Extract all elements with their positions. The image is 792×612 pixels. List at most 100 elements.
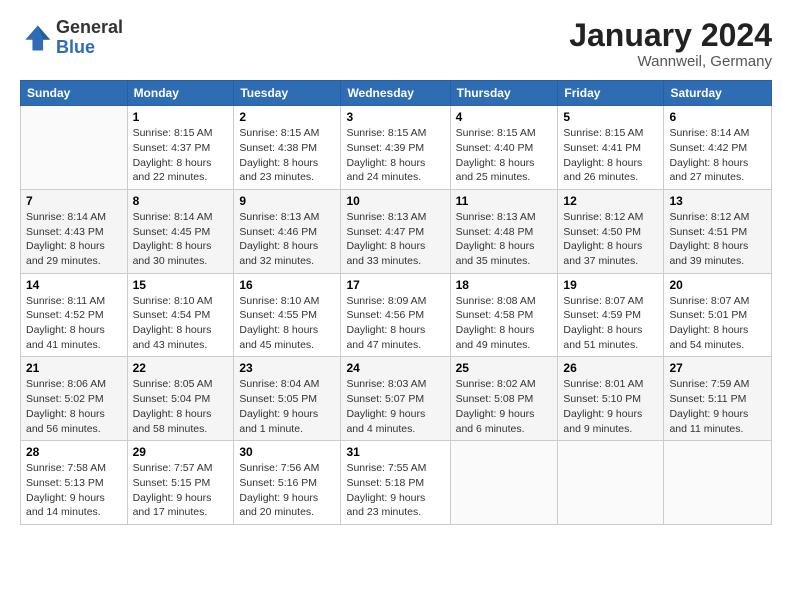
day-info: Sunrise: 8:14 AMSunset: 4:42 PMDaylight:… bbox=[669, 127, 749, 183]
col-monday: Monday bbox=[127, 81, 234, 106]
day-info: Sunrise: 8:06 AMSunset: 5:02 PMDaylight:… bbox=[26, 378, 106, 434]
day-info: Sunrise: 7:59 AMSunset: 5:11 PMDaylight:… bbox=[669, 378, 749, 434]
day-cell: 29 Sunrise: 7:57 AMSunset: 5:15 PMDaylig… bbox=[127, 441, 234, 525]
week-row-5: 28 Sunrise: 7:58 AMSunset: 5:13 PMDaylig… bbox=[21, 441, 772, 525]
day-info: Sunrise: 8:15 AMSunset: 4:40 PMDaylight:… bbox=[456, 127, 536, 183]
day-number: 9 bbox=[239, 194, 335, 208]
day-number: 17 bbox=[346, 278, 444, 292]
header: General Blue January 2024 Wannweil, Germ… bbox=[20, 18, 772, 70]
day-cell: 26 Sunrise: 8:01 AMSunset: 5:10 PMDaylig… bbox=[558, 357, 664, 441]
day-number: 12 bbox=[563, 194, 658, 208]
day-number: 6 bbox=[669, 110, 766, 124]
col-tuesday: Tuesday bbox=[234, 81, 341, 106]
day-cell: 21 Sunrise: 8:06 AMSunset: 5:02 PMDaylig… bbox=[21, 357, 128, 441]
week-row-2: 7 Sunrise: 8:14 AMSunset: 4:43 PMDayligh… bbox=[21, 189, 772, 273]
day-number: 27 bbox=[669, 361, 766, 375]
day-number: 1 bbox=[133, 110, 229, 124]
day-info: Sunrise: 7:56 AMSunset: 5:16 PMDaylight:… bbox=[239, 462, 319, 518]
day-cell: 13 Sunrise: 8:12 AMSunset: 4:51 PMDaylig… bbox=[664, 189, 772, 273]
day-number: 3 bbox=[346, 110, 444, 124]
day-number: 20 bbox=[669, 278, 766, 292]
day-info: Sunrise: 8:02 AMSunset: 5:08 PMDaylight:… bbox=[456, 378, 536, 434]
day-number: 8 bbox=[133, 194, 229, 208]
logo-text: General Blue bbox=[56, 18, 123, 58]
day-number: 19 bbox=[563, 278, 658, 292]
day-info: Sunrise: 8:15 AMSunset: 4:39 PMDaylight:… bbox=[346, 127, 426, 183]
day-number: 31 bbox=[346, 445, 444, 459]
day-info: Sunrise: 8:09 AMSunset: 4:56 PMDaylight:… bbox=[346, 295, 426, 351]
day-number: 22 bbox=[133, 361, 229, 375]
logo-icon bbox=[20, 22, 52, 54]
col-saturday: Saturday bbox=[664, 81, 772, 106]
day-info: Sunrise: 8:04 AMSunset: 5:05 PMDaylight:… bbox=[239, 378, 319, 434]
day-number: 24 bbox=[346, 361, 444, 375]
day-number: 13 bbox=[669, 194, 766, 208]
day-cell: 18 Sunrise: 8:08 AMSunset: 4:58 PMDaylig… bbox=[450, 273, 558, 357]
day-cell: 6 Sunrise: 8:14 AMSunset: 4:42 PMDayligh… bbox=[664, 106, 772, 190]
day-cell: 24 Sunrise: 8:03 AMSunset: 5:07 PMDaylig… bbox=[341, 357, 450, 441]
page: General Blue January 2024 Wannweil, Germ… bbox=[0, 0, 792, 612]
day-cell: 9 Sunrise: 8:13 AMSunset: 4:46 PMDayligh… bbox=[234, 189, 341, 273]
day-cell: 7 Sunrise: 8:14 AMSunset: 4:43 PMDayligh… bbox=[21, 189, 128, 273]
day-number: 10 bbox=[346, 194, 444, 208]
week-row-3: 14 Sunrise: 8:11 AMSunset: 4:52 PMDaylig… bbox=[21, 273, 772, 357]
location: Wannweil, Germany bbox=[569, 53, 772, 70]
logo: General Blue bbox=[20, 18, 123, 58]
day-cell: 17 Sunrise: 8:09 AMSunset: 4:56 PMDaylig… bbox=[341, 273, 450, 357]
day-info: Sunrise: 7:58 AMSunset: 5:13 PMDaylight:… bbox=[26, 462, 106, 518]
logo-general-text: General bbox=[56, 18, 123, 38]
day-number: 30 bbox=[239, 445, 335, 459]
day-cell: 12 Sunrise: 8:12 AMSunset: 4:50 PMDaylig… bbox=[558, 189, 664, 273]
day-info: Sunrise: 8:03 AMSunset: 5:07 PMDaylight:… bbox=[346, 378, 426, 434]
day-number: 23 bbox=[239, 361, 335, 375]
day-number: 5 bbox=[563, 110, 658, 124]
day-info: Sunrise: 8:12 AMSunset: 4:50 PMDaylight:… bbox=[563, 211, 643, 267]
day-info: Sunrise: 8:07 AMSunset: 4:59 PMDaylight:… bbox=[563, 295, 643, 351]
day-number: 14 bbox=[26, 278, 122, 292]
day-info: Sunrise: 8:10 AMSunset: 4:54 PMDaylight:… bbox=[133, 295, 213, 351]
day-info: Sunrise: 8:10 AMSunset: 4:55 PMDaylight:… bbox=[239, 295, 319, 351]
day-info: Sunrise: 8:14 AMSunset: 4:43 PMDaylight:… bbox=[26, 211, 106, 267]
week-row-4: 21 Sunrise: 8:06 AMSunset: 5:02 PMDaylig… bbox=[21, 357, 772, 441]
day-number: 26 bbox=[563, 361, 658, 375]
day-info: Sunrise: 8:11 AMSunset: 4:52 PMDaylight:… bbox=[26, 295, 105, 351]
day-info: Sunrise: 8:13 AMSunset: 4:47 PMDaylight:… bbox=[346, 211, 426, 267]
day-cell: 10 Sunrise: 8:13 AMSunset: 4:47 PMDaylig… bbox=[341, 189, 450, 273]
day-cell: 25 Sunrise: 8:02 AMSunset: 5:08 PMDaylig… bbox=[450, 357, 558, 441]
calendar-header: Sunday Monday Tuesday Wednesday Thursday… bbox=[21, 81, 772, 106]
day-cell: 1 Sunrise: 8:15 AMSunset: 4:37 PMDayligh… bbox=[127, 106, 234, 190]
day-cell: 22 Sunrise: 8:05 AMSunset: 5:04 PMDaylig… bbox=[127, 357, 234, 441]
day-number: 11 bbox=[456, 194, 553, 208]
day-info: Sunrise: 7:55 AMSunset: 5:18 PMDaylight:… bbox=[346, 462, 426, 518]
day-cell: 14 Sunrise: 8:11 AMSunset: 4:52 PMDaylig… bbox=[21, 273, 128, 357]
day-cell: 16 Sunrise: 8:10 AMSunset: 4:55 PMDaylig… bbox=[234, 273, 341, 357]
day-number: 28 bbox=[26, 445, 122, 459]
day-number: 18 bbox=[456, 278, 553, 292]
day-cell: 3 Sunrise: 8:15 AMSunset: 4:39 PMDayligh… bbox=[341, 106, 450, 190]
day-info: Sunrise: 8:05 AMSunset: 5:04 PMDaylight:… bbox=[133, 378, 213, 434]
day-cell bbox=[21, 106, 128, 190]
day-cell: 15 Sunrise: 8:10 AMSunset: 4:54 PMDaylig… bbox=[127, 273, 234, 357]
day-cell: 19 Sunrise: 8:07 AMSunset: 4:59 PMDaylig… bbox=[558, 273, 664, 357]
day-info: Sunrise: 8:15 AMSunset: 4:41 PMDaylight:… bbox=[563, 127, 643, 183]
day-number: 2 bbox=[239, 110, 335, 124]
day-cell: 11 Sunrise: 8:13 AMSunset: 4:48 PMDaylig… bbox=[450, 189, 558, 273]
day-info: Sunrise: 8:15 AMSunset: 4:38 PMDaylight:… bbox=[239, 127, 319, 183]
title-block: January 2024 Wannweil, Germany bbox=[569, 18, 772, 70]
day-cell bbox=[558, 441, 664, 525]
day-info: Sunrise: 8:08 AMSunset: 4:58 PMDaylight:… bbox=[456, 295, 536, 351]
day-cell: 30 Sunrise: 7:56 AMSunset: 5:16 PMDaylig… bbox=[234, 441, 341, 525]
day-number: 21 bbox=[26, 361, 122, 375]
day-info: Sunrise: 8:12 AMSunset: 4:51 PMDaylight:… bbox=[669, 211, 749, 267]
day-cell: 31 Sunrise: 7:55 AMSunset: 5:18 PMDaylig… bbox=[341, 441, 450, 525]
day-info: Sunrise: 8:13 AMSunset: 4:46 PMDaylight:… bbox=[239, 211, 319, 267]
day-cell bbox=[450, 441, 558, 525]
day-cell: 8 Sunrise: 8:14 AMSunset: 4:45 PMDayligh… bbox=[127, 189, 234, 273]
col-friday: Friday bbox=[558, 81, 664, 106]
month-title: January 2024 bbox=[569, 18, 772, 53]
day-cell: 4 Sunrise: 8:15 AMSunset: 4:40 PMDayligh… bbox=[450, 106, 558, 190]
day-cell: 27 Sunrise: 7:59 AMSunset: 5:11 PMDaylig… bbox=[664, 357, 772, 441]
day-cell bbox=[664, 441, 772, 525]
day-cell: 23 Sunrise: 8:04 AMSunset: 5:05 PMDaylig… bbox=[234, 357, 341, 441]
week-row-1: 1 Sunrise: 8:15 AMSunset: 4:37 PMDayligh… bbox=[21, 106, 772, 190]
